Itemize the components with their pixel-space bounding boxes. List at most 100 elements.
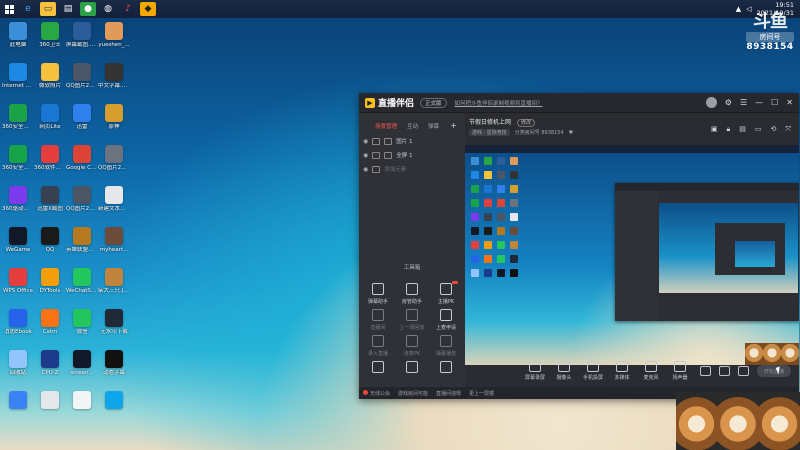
desktop-icon[interactable]: Catm: [34, 307, 66, 348]
record-icon[interactable]: [700, 366, 711, 376]
edit-room-button[interactable]: 修改: [516, 119, 535, 127]
tray-network-icon[interactable]: ▲: [736, 5, 741, 13]
source-tool-button[interactable]: 多媒体: [608, 361, 636, 381]
desktop-icon[interactable]: screen...: [66, 348, 98, 389]
desktop-icon[interactable]: WeGame: [2, 225, 34, 266]
lock-icon[interactable]: [372, 137, 381, 145]
share-icon[interactable]: ⤧: [785, 125, 791, 134]
settings-gear-icon[interactable]: ⚙: [725, 98, 732, 107]
menu-icon[interactable]: ☰: [740, 98, 747, 107]
tab-interact[interactable]: 互动: [407, 122, 418, 130]
douyin-icon[interactable]: ♪: [120, 2, 136, 16]
desktop-icon[interactable]: CPU-Z: [34, 348, 66, 389]
desktop-icon[interactable]: 迅雷X截图: [34, 184, 66, 225]
desktop-icon[interactable]: QQ图片2021072...: [98, 143, 130, 184]
desktop-icon[interactable]: WeChatSe...: [66, 266, 98, 307]
tab-danmaku[interactable]: 弹幕: [428, 122, 439, 130]
desktop-icon[interactable]: yueshen_...: [98, 20, 130, 61]
desktop-icon[interactable]: [34, 389, 66, 430]
desktop-icon[interactable]: 柴犬三只.jpg: [98, 266, 130, 307]
settings-icon[interactable]: [719, 366, 730, 376]
maximize-icon[interactable]: ☐: [771, 98, 778, 107]
user-avatar[interactable]: [705, 97, 717, 108]
notice-link[interactable]: 如何把斗鱼伴侣录制视频到直播间？: [455, 99, 543, 107]
landscape-icon[interactable]: ▭: [755, 125, 762, 134]
desktop-icon[interactable]: 微软照片: [34, 61, 66, 102]
minimize-icon[interactable]: —: [755, 98, 763, 107]
desktop-icon[interactable]: 屏幕截图.png: [66, 20, 98, 61]
status-item[interactable]: 直播间违规: [436, 390, 461, 397]
desktop-icon[interactable]: 中文字幕.png: [98, 61, 130, 102]
toolbox-item[interactable]: 直播间: [361, 309, 395, 335]
desktop-icon[interactable]: 动态字幕: [98, 348, 130, 389]
desktop-icon[interactable]: 360安全浏览器: [2, 102, 34, 143]
tab-scene-manage[interactable]: 场景管理: [375, 122, 397, 130]
desktop-icon[interactable]: 360卫士: [34, 20, 66, 61]
toolbox-item[interactable]: 主播PK: [429, 281, 463, 309]
scene-item[interactable]: ◉ 图片 1: [359, 134, 465, 148]
desktop-icon[interactable]: 网页Lite: [34, 102, 66, 143]
undo-icon[interactable]: ⟲: [771, 125, 777, 134]
desktop-icon[interactable]: 迅雷: [66, 102, 98, 143]
file-explorer-icon[interactable]: ▭: [40, 2, 56, 16]
toolbox-item[interactable]: 上麦申请: [429, 309, 463, 335]
toolbox-item[interactable]: 弹幕助手: [361, 283, 395, 309]
toolbox-item[interactable]: [361, 361, 395, 387]
source-tool-button[interactable]: 扬声器: [666, 361, 694, 381]
desktop-icon[interactable]: Internet Explorer: [2, 61, 34, 102]
source-tool-button[interactable]: 手机投屏: [579, 361, 607, 381]
toolbox-item[interactable]: 房管助手: [395, 283, 429, 309]
desktop-icon[interactable]: [98, 389, 130, 430]
stream-preview[interactable]: [465, 145, 799, 365]
desktop-icon[interactable]: QQ图片2021072...: [66, 184, 98, 225]
close-icon[interactable]: ✕: [786, 98, 793, 107]
desktop-icon[interactable]: 英雄联盟客户端: [66, 225, 98, 266]
add-scene-icon[interactable]: +: [450, 121, 457, 130]
desktop-icon[interactable]: QQ: [34, 225, 66, 266]
desktop-icon[interactable]: 无水印下载: [98, 307, 130, 348]
toolbox-item[interactable]: 弹幕播放: [429, 335, 463, 361]
desktop-icon[interactable]: QQ图片2021072...: [66, 61, 98, 102]
edge-icon[interactable]: e: [20, 2, 36, 16]
scene-item[interactable]: ◉ 全屏 1: [359, 148, 465, 162]
obs-icon[interactable]: ◆: [140, 2, 156, 16]
desktop-icon[interactable]: 回收站: [2, 348, 34, 389]
app-icon[interactable]: ◍: [100, 2, 116, 16]
source-tool-button[interactable]: 屏幕录屏: [521, 361, 549, 381]
store-icon[interactable]: ▤: [60, 2, 76, 16]
desktop-icon[interactable]: [66, 389, 98, 430]
save-icon[interactable]: ▤: [739, 125, 746, 134]
toolbox-item[interactable]: [395, 361, 429, 387]
scene-item-add[interactable]: ◉ 添加元素: [359, 162, 465, 176]
desktop-icon[interactable]: 新建文本文档: [98, 184, 130, 225]
toolbox-item[interactable]: 连麦PK: [395, 335, 429, 361]
eye-icon[interactable]: ◉: [363, 138, 368, 145]
toolbox-item[interactable]: 上一场回放: [395, 309, 429, 335]
desktop-icon[interactable]: myheart...: [98, 225, 130, 266]
start-live-button[interactable]: 开始直播: [757, 365, 791, 377]
status-item[interactable]: 无线公会: [363, 389, 390, 397]
desktop-icon[interactable]: 消防Ebook: [2, 307, 34, 348]
source-tool-button[interactable]: 麦克风: [637, 361, 665, 381]
desktop-icon[interactable]: Google Chrome: [66, 143, 98, 184]
desktop-icon[interactable]: 此电脑: [2, 20, 34, 61]
desktop-icon[interactable]: [2, 389, 34, 430]
status-item[interactable]: 游戏房间可能: [398, 390, 428, 397]
room-category[interactable]: 游戏 · 星际竞技: [469, 129, 510, 136]
desktop-icon[interactable]: 原神: [98, 102, 130, 143]
version-badge[interactable]: 正式版: [420, 97, 447, 108]
qq-icon[interactable]: ●: [80, 2, 96, 16]
desktop-icon[interactable]: WPS Office: [2, 266, 34, 307]
desktop-icon[interactable]: 360驱动管家: [2, 184, 34, 225]
eye-icon[interactable]: ◉: [363, 152, 368, 159]
desktop-icon[interactable]: 360软件管家: [34, 143, 66, 184]
source-tool-button[interactable]: 摄像头: [550, 361, 578, 381]
desktop-icon[interactable]: 微信: [66, 307, 98, 348]
status-item[interactable]: 更上一层楼: [469, 390, 494, 397]
lock-icon[interactable]: [372, 151, 381, 159]
start-button[interactable]: [0, 0, 18, 18]
desktop-icon[interactable]: DYTools: [34, 266, 66, 307]
lock-layout-icon[interactable]: 🔒︎: [727, 125, 731, 134]
toolbox-item[interactable]: [429, 361, 463, 387]
gear-icon[interactable]: [738, 366, 749, 376]
